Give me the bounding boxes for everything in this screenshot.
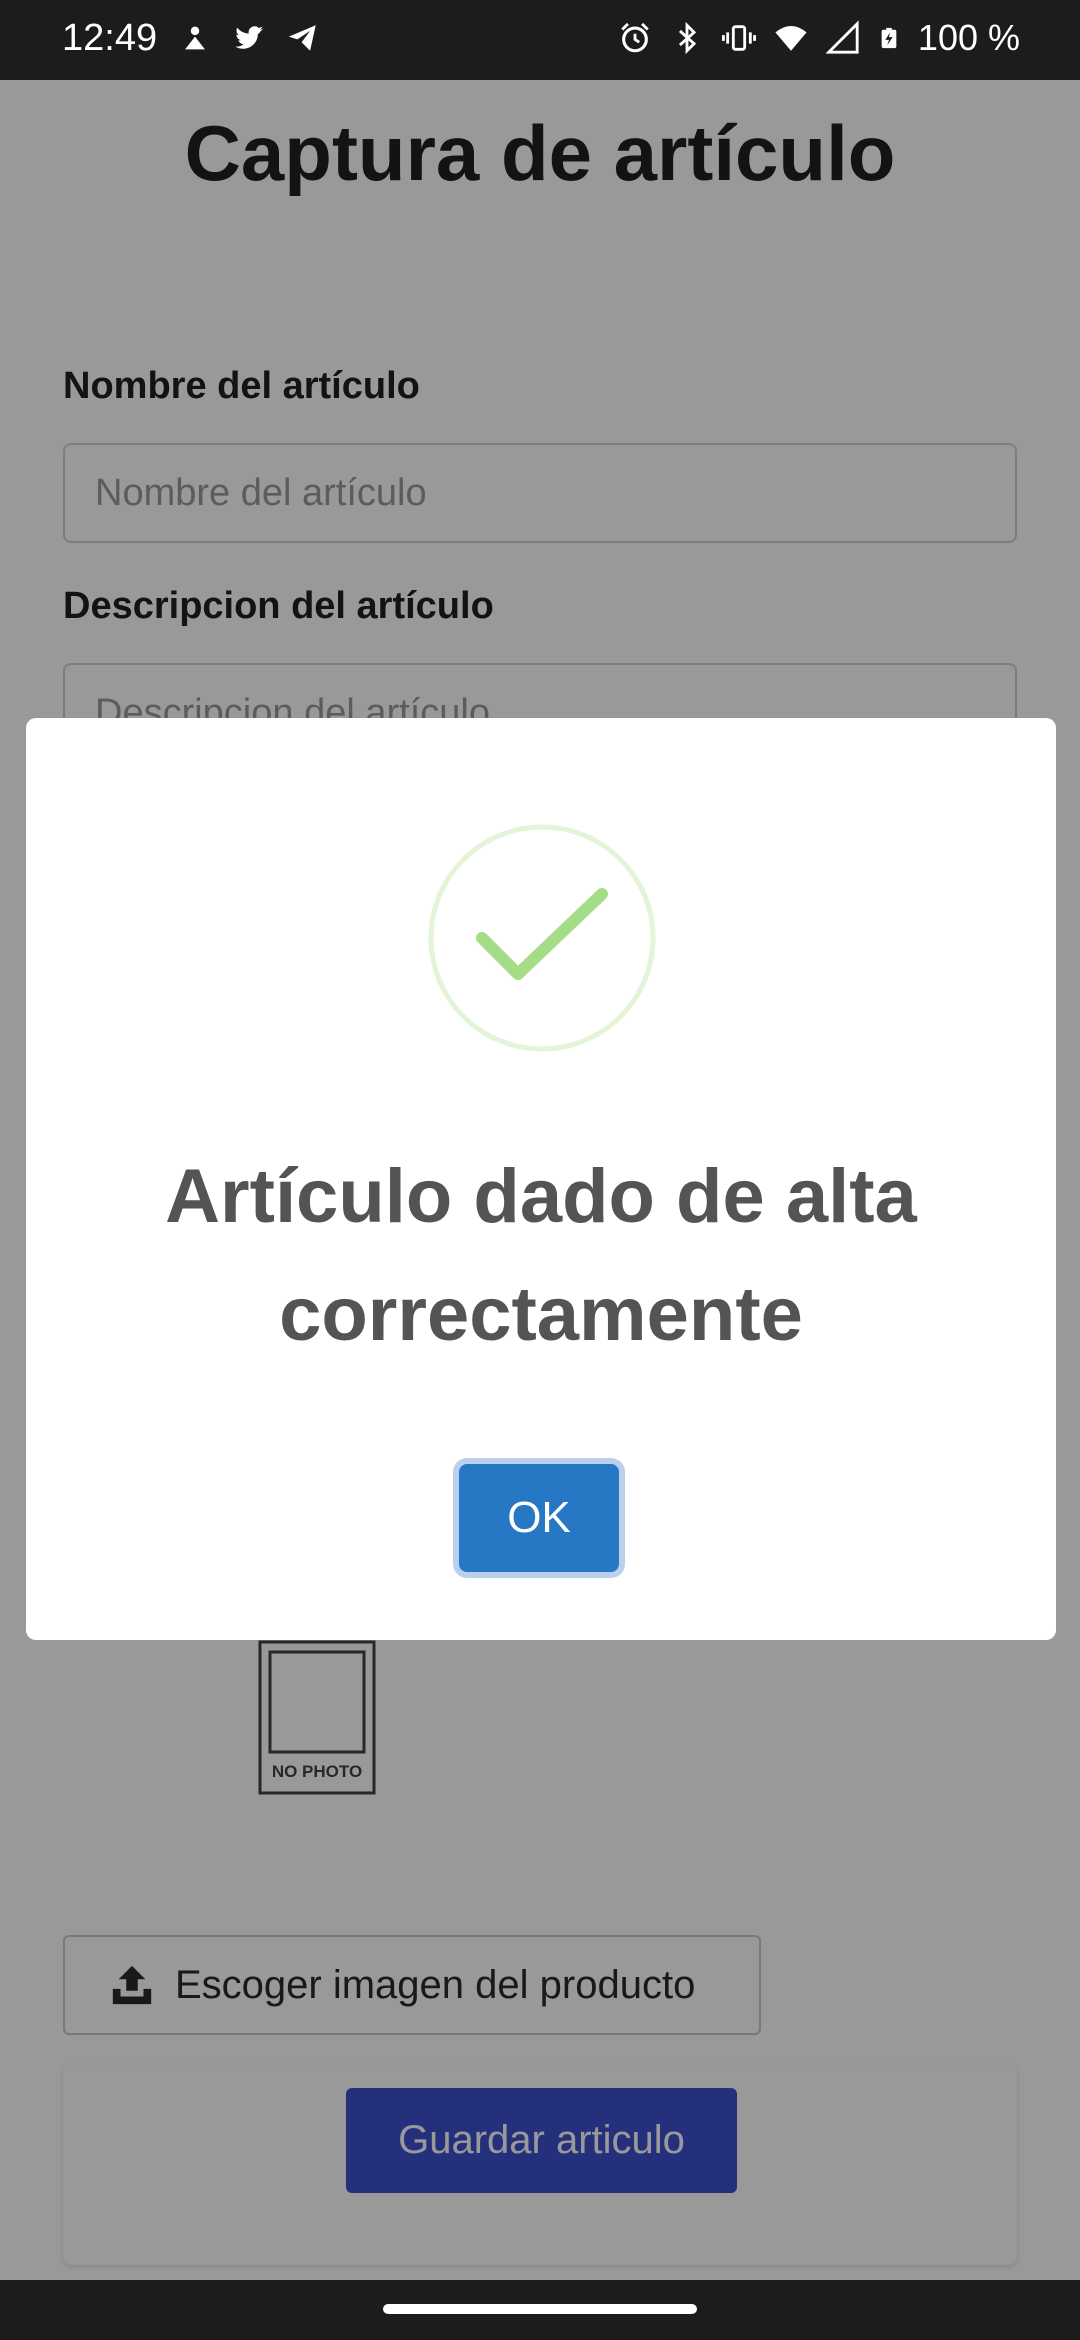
- wifi-icon: [775, 25, 807, 51]
- battery-percentage: 100 %: [917, 17, 1020, 58]
- success-dialog: Artículo dado de alta correctamente OK: [26, 718, 1056, 1640]
- status-left-icons: [178, 20, 320, 56]
- status-time: 12:49: [62, 17, 158, 59]
- status-right: 100 %: [618, 17, 1020, 59]
- success-check-icon: [428, 824, 656, 1052]
- vibrate-icon: [721, 25, 756, 51]
- bluetooth-icon: [678, 21, 697, 55]
- battery-charging-icon: [881, 27, 897, 49]
- alarm-icon: [621, 22, 649, 53]
- ok-button[interactable]: OK: [459, 1464, 619, 1572]
- twitter-icon: [235, 26, 264, 49]
- navigation-bar: [0, 2280, 1080, 2340]
- cellular-icon: [825, 20, 859, 54]
- home-indicator[interactable]: [383, 2304, 697, 2314]
- dialog-title: Artículo dado de alta correctamente: [165, 1154, 917, 1357]
- telegram-icon: [288, 25, 316, 51]
- notification-icon: [185, 26, 205, 50]
- status-bar: 12:49 100 %: [0, 0, 1080, 80]
